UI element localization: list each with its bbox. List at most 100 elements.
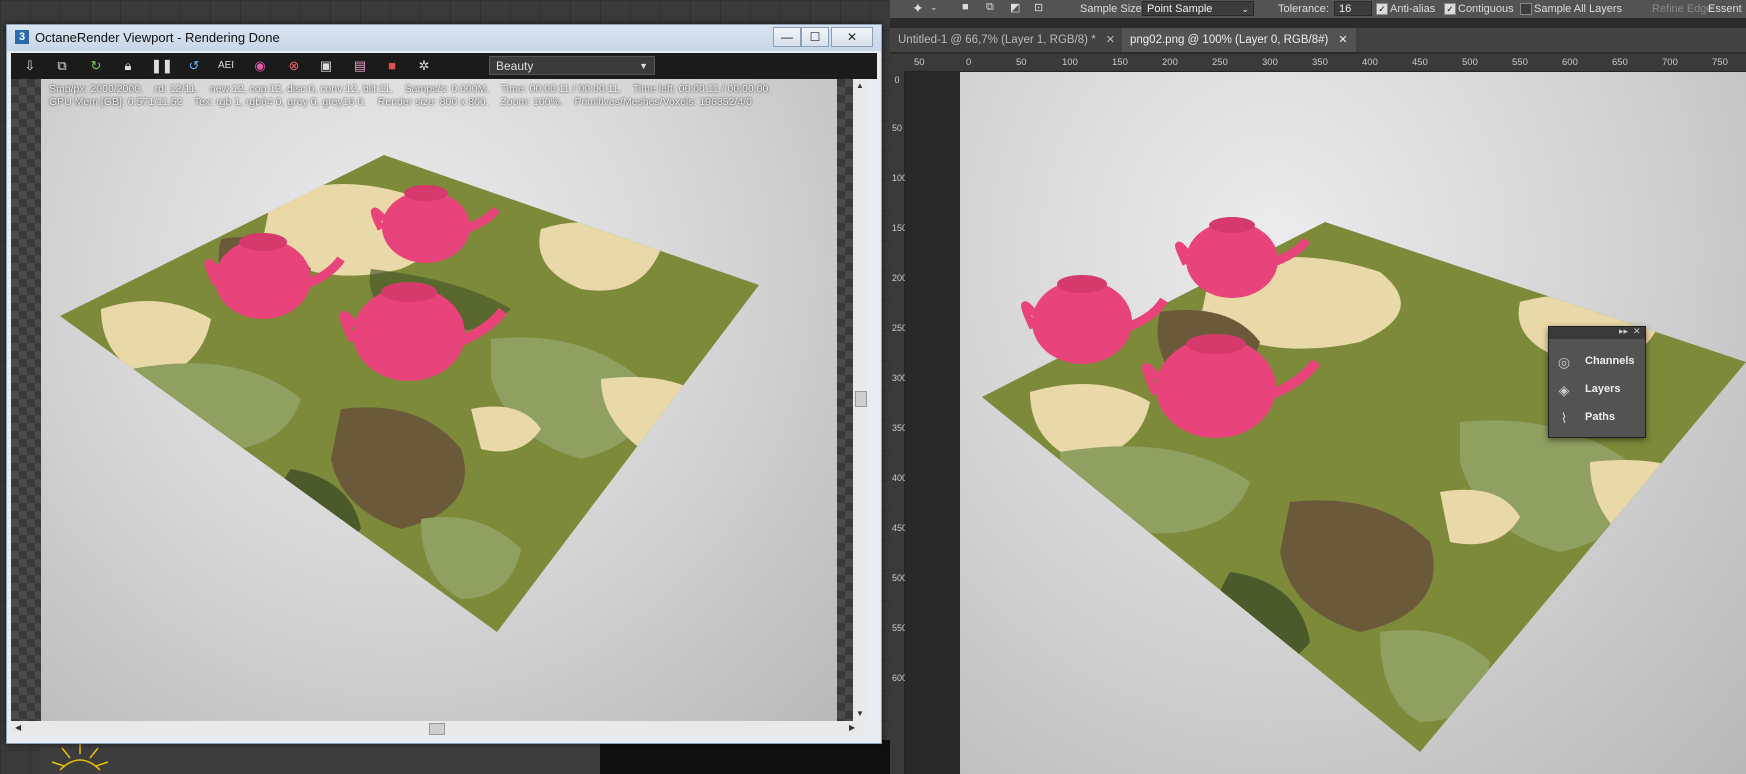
scroll-right-icon[interactable]: ▶ (849, 723, 855, 732)
layers-icon: ◈ (1558, 382, 1570, 398)
ruler-tick: 750 (1712, 57, 1728, 68)
ruler-tick: 50 (892, 123, 903, 133)
ruler-tick: 50 (1016, 57, 1027, 68)
ruler-tick: 0 (966, 57, 972, 68)
max-bottom-panel (40, 740, 600, 774)
panel-item-paths[interactable]: ⌇ Paths (1555, 407, 1641, 429)
minimize-button[interactable]: — (773, 27, 801, 47)
new-selection-icon[interactable]: ■ (962, 1, 969, 13)
workspace-select[interactable]: Essent (1708, 3, 1742, 15)
contiguous-checkbox[interactable]: ✓ (1444, 3, 1456, 15)
vertical-scrollbar[interactable]: ▲ ▼ (853, 79, 867, 721)
chevron-down-icon: ▼ (639, 61, 648, 71)
close-icon[interactable]: ✕ (1633, 326, 1641, 337)
ruler-tick: 0 (894, 75, 900, 85)
ruler-tick: 450 (892, 523, 908, 533)
scroll-up-icon[interactable]: ▲ (856, 81, 864, 90)
film-icon[interactable]: ▤ (351, 57, 369, 75)
ruler-tick: 400 (1362, 57, 1378, 68)
ruler-tick: 200 (1162, 57, 1178, 68)
render-stats: Smp/px: 2000/2000. rd: 12/11. new:12, co… (49, 83, 771, 109)
ruler-tick: 450 (1412, 57, 1428, 68)
stats-line-2: GPU Mem [GB]: 0.571/11.52 Tex: rgb 1, rg… (49, 96, 752, 108)
ruler-tick: 500 (1462, 57, 1478, 68)
chevron-down-icon[interactable]: ⌄ (930, 2, 938, 13)
maximize-button[interactable]: ☐ (801, 27, 829, 47)
panel-item-label: Paths (1585, 411, 1615, 423)
export-icon[interactable]: ⇩ (21, 57, 39, 75)
window-title: OctaneRender Viewport - Rendering Done (35, 30, 280, 45)
panel-group: ▸▸ ✕ ◎ Channels ◈ Layers ⌇ Paths (1548, 326, 1646, 438)
close-button[interactable]: ✕ (831, 27, 873, 47)
panel-item-label: Layers (1585, 383, 1621, 395)
magic-wand-icon[interactable]: ✦ (912, 0, 924, 17)
pause-icon[interactable]: ❚❚ (151, 57, 173, 75)
anti-alias-label: Anti-alias (1390, 3, 1436, 15)
lock-icon[interactable]: 🔒︎ (119, 57, 137, 75)
octane-titlebar[interactable]: 3 OctaneRender Viewport - Rendering Done… (7, 25, 881, 51)
ruler-corner[interactable] (890, 54, 904, 71)
sample-size-label: Sample Size: (1080, 3, 1145, 15)
sample-size-select[interactable]: Point Sample ⌄ (1142, 1, 1254, 16)
contiguous-label: Contiguous (1458, 3, 1514, 15)
panel-header[interactable]: ▸▸ ✕ (1549, 326, 1645, 339)
ruler-tick: 350 (892, 423, 908, 433)
render-scene (60, 155, 759, 632)
vertical-scroll-thumb[interactable] (855, 391, 867, 407)
tab-label: png02.png @ 100% (Layer 0, RGB/8#) (1130, 34, 1329, 46)
region-icon[interactable]: ⊗ (285, 57, 303, 75)
horizontal-scrollbar[interactable]: ◀ ▶ (11, 721, 863, 735)
max-timeline (600, 740, 890, 774)
ruler-tick: 550 (1512, 57, 1528, 68)
ruler-tick: 100 (1062, 57, 1078, 68)
ruler-tick: 400 (892, 473, 908, 483)
tolerance-input[interactable]: 16 (1334, 1, 1372, 16)
ruler-tick: 150 (892, 223, 908, 233)
display-icon[interactable]: ▣ (317, 57, 335, 75)
ruler-tick: 500 (892, 573, 908, 583)
scroll-left-icon[interactable]: ◀ (15, 723, 21, 732)
tab-untitled-1[interactable]: Untitled-1 @ 66,7% (Layer 1, RGB/8) * ✕ (890, 28, 1123, 52)
ruler-tick: 250 (892, 323, 908, 333)
sample-size-value: Point Sample (1147, 3, 1213, 15)
panel-item-channels[interactable]: ◎ Channels (1555, 351, 1641, 373)
panel-item-label: Channels (1585, 355, 1635, 367)
aei-icon[interactable]: AEI (217, 57, 235, 75)
render-pass-dropdown[interactable]: Beauty ▼ (489, 56, 655, 75)
octane-toolbar: ⇩ ⧉ ↻ 🔒︎ ❚❚ ↺ AEI ◉ ⊗ ▣ ▤ ■ ✲ Beauty ▼ (11, 53, 877, 79)
render-viewport[interactable]: Smp/px: 2000/2000. rd: 12/11. new:12, co… (11, 79, 867, 721)
sample-all-layers-checkbox[interactable] (1520, 3, 1532, 15)
color-icon[interactable]: ◉ (251, 57, 269, 75)
refine-edge-button[interactable]: Refine Edge (1652, 3, 1713, 15)
tab-png02[interactable]: png02.png @ 100% (Layer 0, RGB/8#) ✕ (1122, 28, 1356, 52)
ruler-tick: 600 (892, 673, 908, 683)
sample-all-layers-label: Sample All Layers (1534, 3, 1623, 15)
ruler-top[interactable]: 50 0 50 100 150 200 250 300 350 400 450 … (904, 54, 1746, 72)
restart-icon[interactable]: ↺ (185, 57, 203, 75)
ruler-tick: 700 (1662, 57, 1678, 68)
ruler-tick: 550 (892, 623, 908, 633)
close-icon[interactable]: ✕ (1338, 34, 1347, 46)
horizontal-scroll-thumb[interactable] (429, 723, 445, 735)
settings-icon[interactable]: ✲ (415, 57, 433, 75)
copy-icon[interactable]: ⧉ (53, 57, 71, 75)
panel-item-layers[interactable]: ◈ Layers (1555, 379, 1641, 401)
ruler-tick: 300 (1262, 57, 1278, 68)
scroll-down-icon[interactable]: ▼ (856, 709, 864, 718)
subtract-selection-icon[interactable]: ◩ (1010, 1, 1020, 14)
ruler-left[interactable]: 0 50 100 150 200 250 300 350 400 450 500… (890, 71, 908, 774)
ruler-tick: 150 (1112, 57, 1128, 68)
ruler-tick: 200 (892, 273, 908, 283)
ruler-tick: 300 (892, 373, 908, 383)
refresh-icon[interactable]: ↻ (87, 57, 105, 75)
anti-alias-checkbox[interactable]: ✓ (1376, 3, 1388, 15)
render-image: Smp/px: 2000/2000. rd: 12/11. new:12, co… (41, 79, 837, 721)
close-icon[interactable]: ✕ (1106, 34, 1115, 46)
expand-icon[interactable]: ▸▸ (1619, 326, 1628, 337)
add-selection-icon[interactable]: ⧉ (986, 1, 994, 14)
ruler-tick: 350 (1312, 57, 1328, 68)
sun-light-icon (51, 742, 109, 771)
ruler-tick: 50 (914, 57, 925, 68)
camera-icon[interactable]: ■ (383, 57, 401, 75)
intersect-selection-icon[interactable]: ⊡ (1034, 1, 1043, 14)
